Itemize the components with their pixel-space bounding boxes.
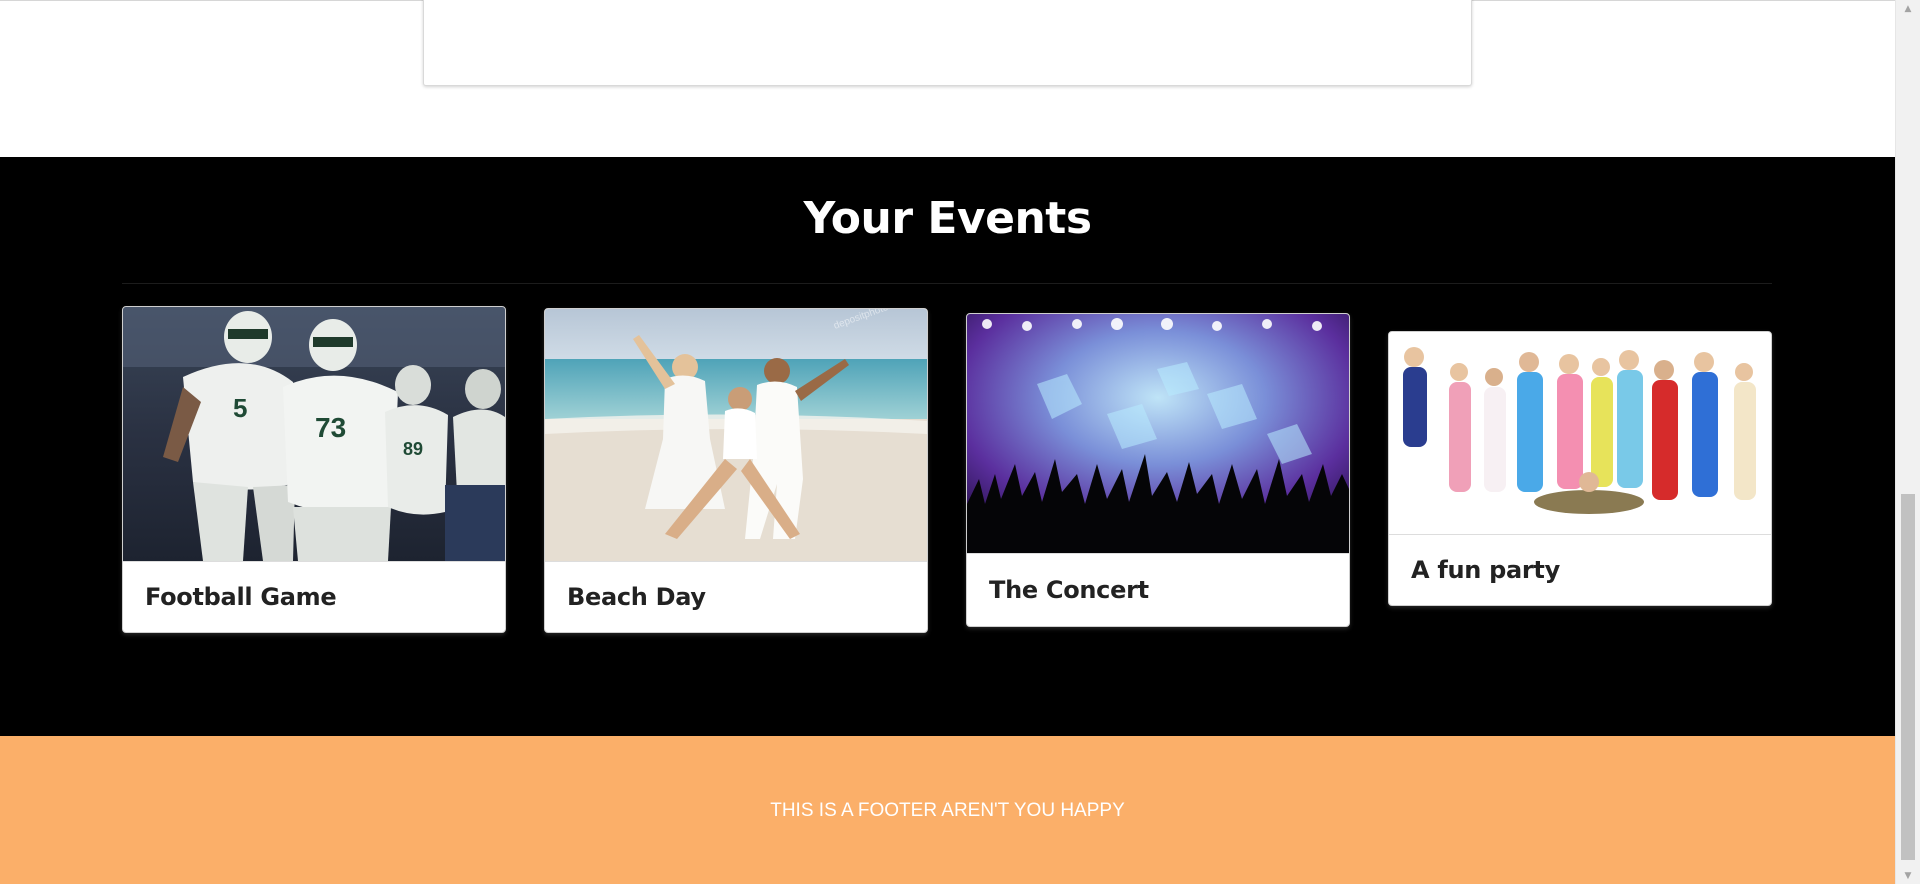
event-card-the-concert[interactable]: The Concert — [966, 313, 1350, 627]
vertical-scrollbar[interactable]: ▲ ▼ — [1895, 0, 1920, 884]
event-card-a-fun-party[interactable]: A fun party — [1388, 331, 1772, 606]
page-footer: THIS IS A FOOTER AREN'T YOU HAPPY — [0, 736, 1895, 884]
event-card-football-game[interactable]: 5 73 89 Football Game — [122, 306, 506, 633]
svg-text:73: 73 — [315, 412, 346, 443]
svg-text:89: 89 — [403, 439, 423, 459]
events-divider — [122, 283, 1772, 284]
previous-section-card — [423, 0, 1472, 86]
scrollbar-thumb[interactable] — [1901, 494, 1915, 860]
football-players-photo: 5 73 89 — [123, 307, 505, 561]
events-title: Your Events — [803, 193, 1092, 244]
pajama-party-photo — [1389, 332, 1771, 534]
event-title: The Concert — [967, 553, 1349, 626]
events-section: Your Events 5 73 89 Football Game deposi… — [0, 157, 1895, 736]
event-card-beach-day[interactable]: depositphotos Beach Day — [544, 308, 928, 633]
beach-people-photo: depositphotos — [545, 309, 927, 561]
page-viewport: Your Events 5 73 89 Football Game deposi… — [0, 0, 1895, 884]
scroll-up-arrow-icon[interactable]: ▲ — [1896, 0, 1920, 17]
event-title: A fun party — [1389, 534, 1771, 605]
concert-crowd-photo — [967, 314, 1349, 553]
event-title: Football Game — [123, 561, 505, 632]
scroll-down-arrow-icon[interactable]: ▼ — [1896, 867, 1920, 884]
footer-text: THIS IS A FOOTER AREN'T YOU HAPPY — [770, 800, 1125, 821]
svg-text:5: 5 — [233, 393, 247, 423]
event-title: Beach Day — [545, 561, 927, 632]
